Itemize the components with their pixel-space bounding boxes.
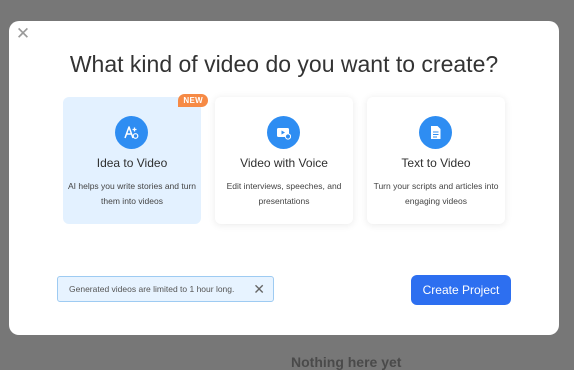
modal-title: What kind of video do you want to create… xyxy=(69,51,499,77)
empty-state-text: Nothing here yet xyxy=(291,354,402,370)
new-badge: NEW xyxy=(178,94,208,107)
video-voice-icon xyxy=(267,116,300,149)
close-notice-icon[interactable]: ✕ xyxy=(253,281,265,297)
document-icon xyxy=(419,116,452,149)
card-video-with-voice[interactable]: Video with Voice Edit interviews, speech… xyxy=(215,97,353,224)
notice-text: Generated videos are limited to 1 hour l… xyxy=(69,284,235,294)
create-video-modal: ✕ What kind of video do you want to crea… xyxy=(9,21,559,335)
card-title: Idea to Video xyxy=(96,156,168,170)
duration-limit-notice: Generated videos are limited to 1 hour l… xyxy=(57,276,274,302)
card-description: Edit interviews, speeches, and presentat… xyxy=(226,181,342,206)
card-idea-to-video[interactable]: NEW Idea to Video AI helps you write sto… xyxy=(63,94,208,224)
card-text-to-video[interactable]: Text to Video Turn your scripts and arti… xyxy=(367,97,505,224)
card-description: Turn your scripts and articles into enga… xyxy=(373,181,499,206)
card-description: AI helps you write stories and turn them… xyxy=(67,181,197,206)
create-project-button[interactable]: Create Project xyxy=(411,275,511,305)
card-title: Text to Video xyxy=(401,156,471,170)
card-title: Video with Voice xyxy=(240,156,328,170)
ai-sparkle-icon xyxy=(115,116,148,149)
close-modal-button[interactable]: ✕ xyxy=(15,25,31,43)
